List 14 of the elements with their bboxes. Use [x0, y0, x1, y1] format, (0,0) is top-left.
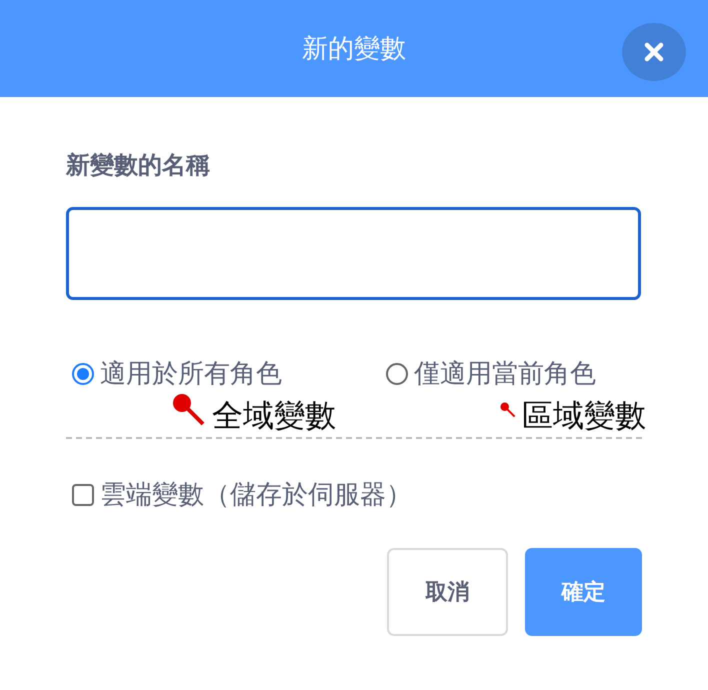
dialog-title: 新的變數 — [302, 33, 406, 66]
field-label: 新變數的名稱 — [66, 150, 211, 181]
radio-button[interactable] — [386, 362, 408, 384]
annotation-label: 全域變數 — [212, 401, 336, 432]
input-field[interactable] — [66, 207, 641, 300]
radio-button[interactable] — [72, 362, 94, 384]
cancel-button[interactable]: 取消 — [387, 548, 508, 636]
checkbox[interactable] — [72, 484, 94, 506]
checkbox-label: 雲端變數（儲存於伺服器） — [100, 479, 412, 512]
radio-label: 僅適用當前角色 — [414, 358, 596, 391]
close-icon — [644, 42, 664, 62]
annotation-label: 區域變數 — [522, 401, 646, 432]
pin-icon — [172, 393, 206, 427]
radio-label: 適用於所有角色 — [100, 358, 282, 391]
